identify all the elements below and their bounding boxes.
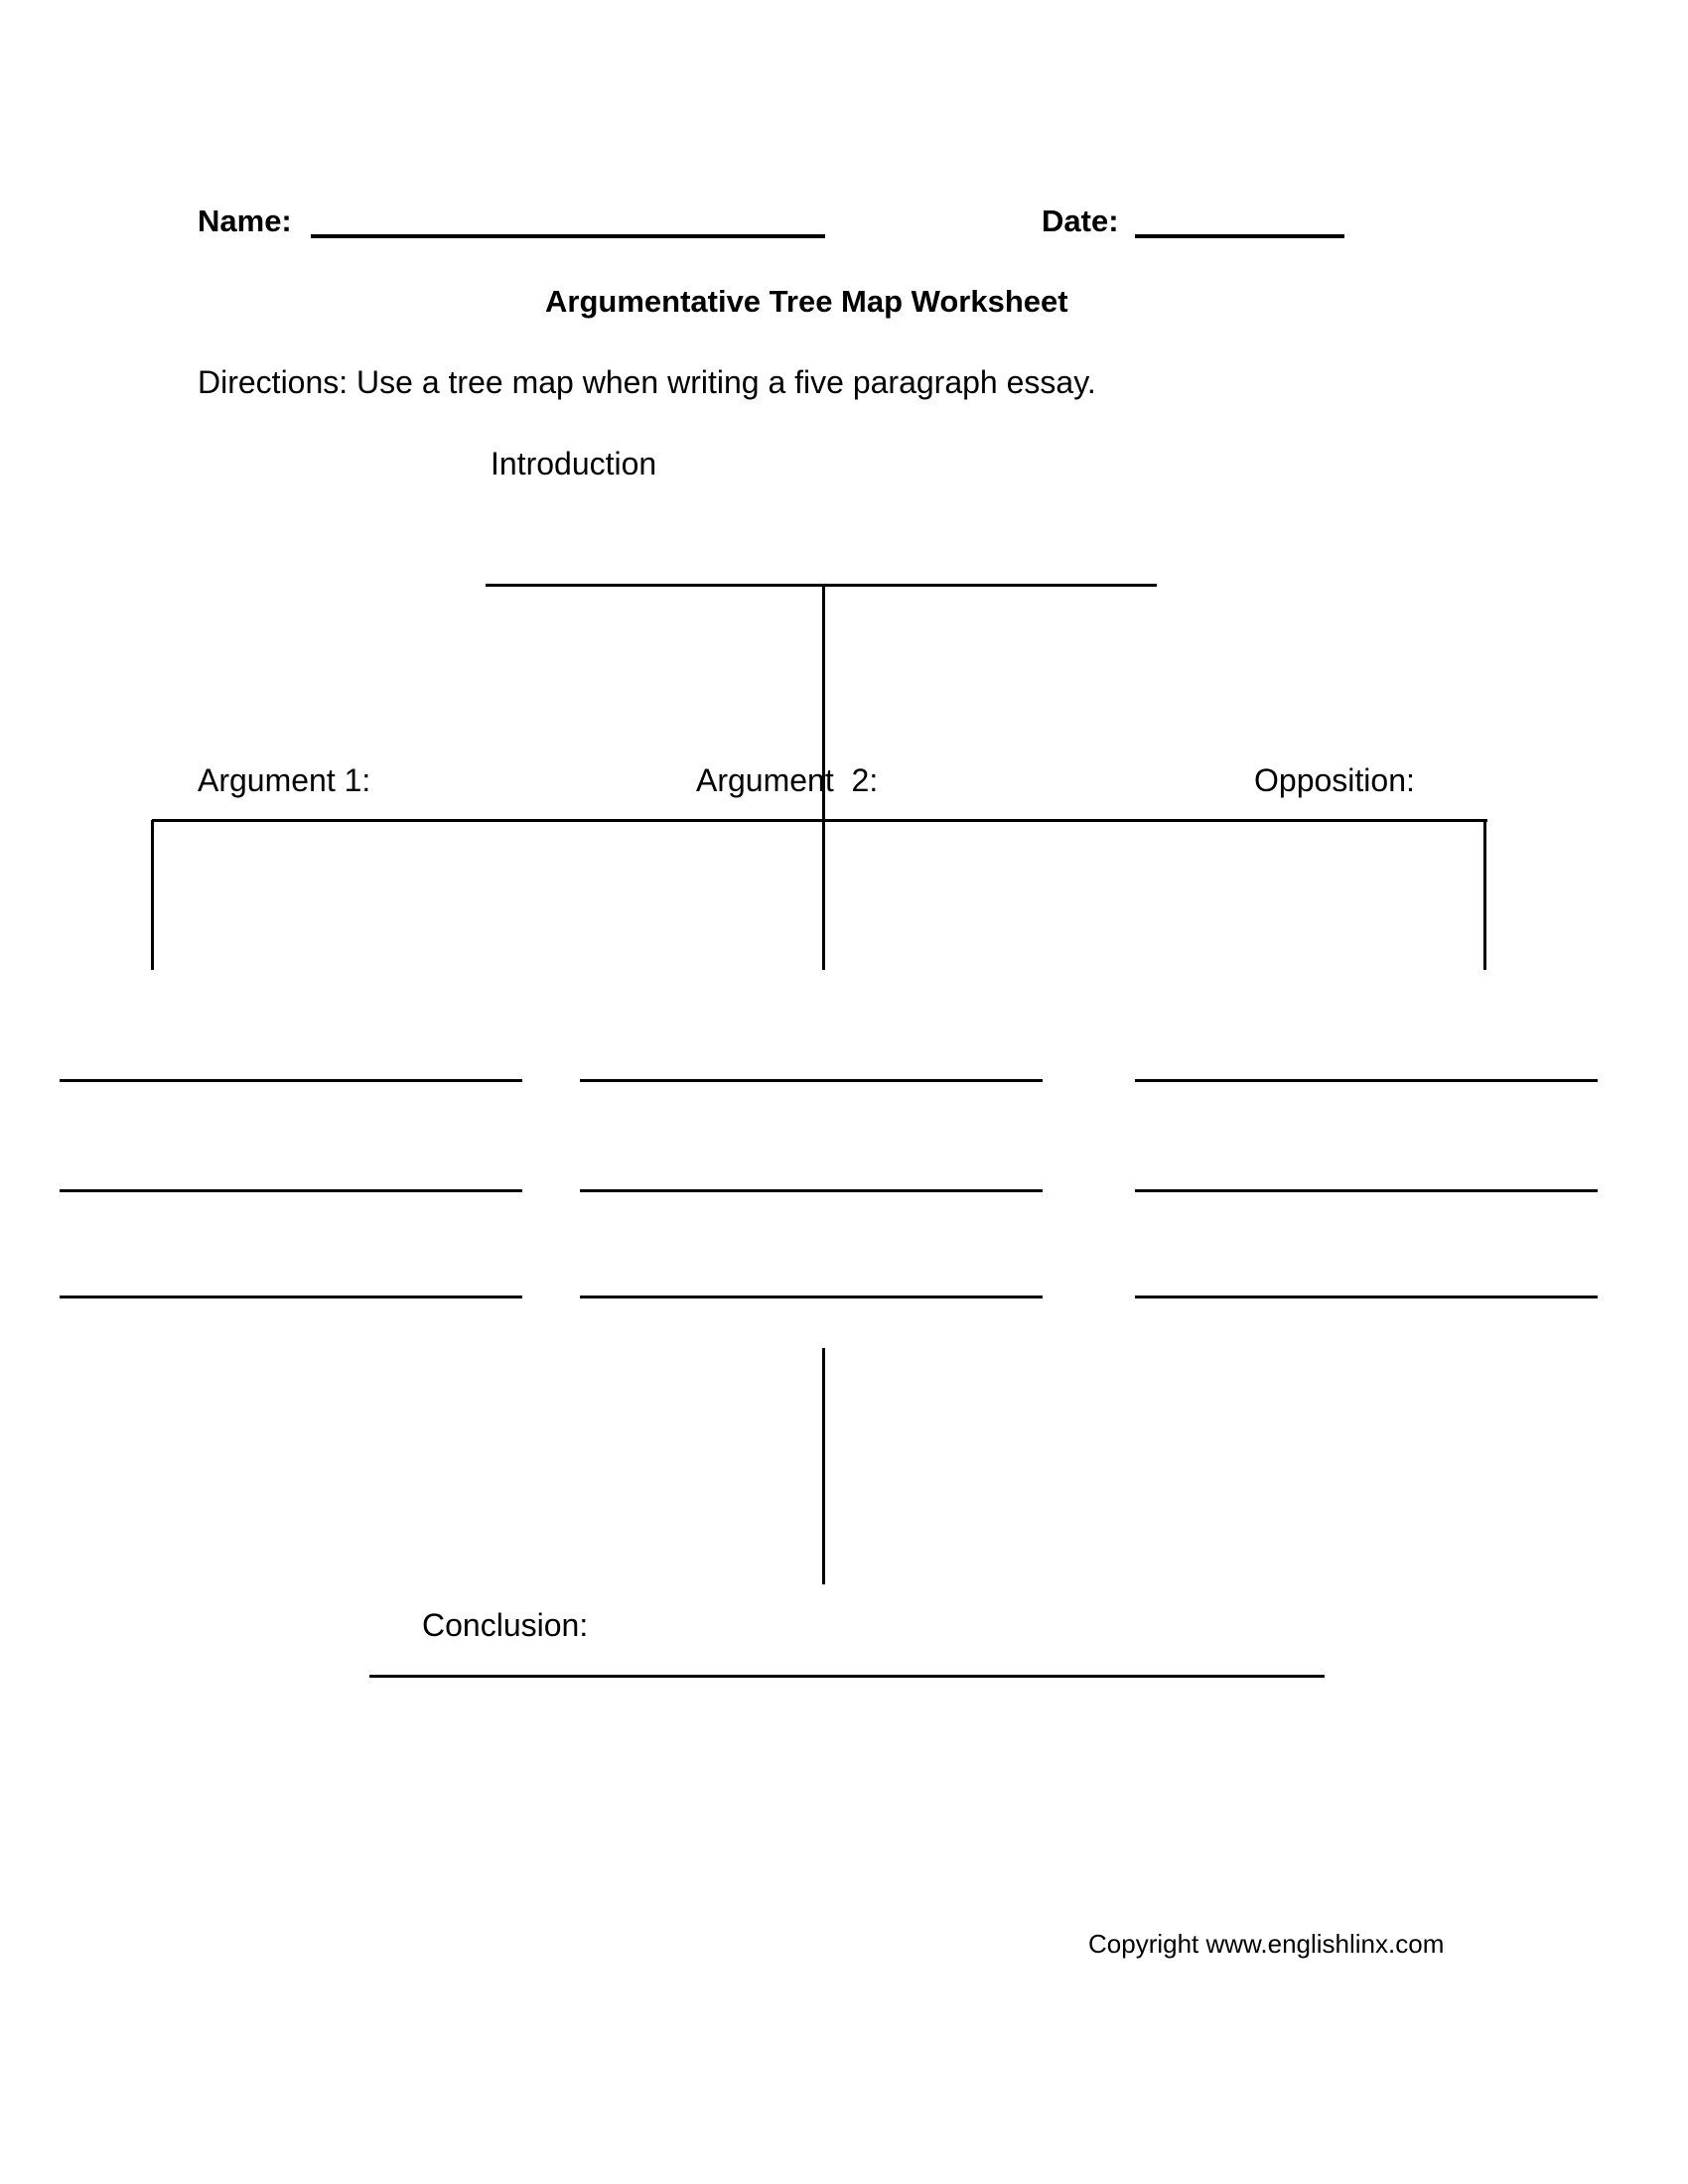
- branch-label-argument-2: Argument 2:: [696, 762, 879, 798]
- name-input-line[interactable]: [311, 234, 825, 238]
- opposition-line-3[interactable]: [1135, 1296, 1598, 1298]
- argument-2-line-2[interactable]: [580, 1189, 1043, 1192]
- branch-line: [152, 819, 1487, 822]
- opposition-line-1[interactable]: [1135, 1079, 1598, 1082]
- branch-right-line: [1483, 820, 1486, 970]
- branch-label-opposition: Opposition:: [1254, 762, 1415, 798]
- opposition-line-2[interactable]: [1135, 1189, 1598, 1192]
- introduction-line[interactable]: [486, 584, 1157, 587]
- name-label: Name:: [198, 204, 292, 238]
- conclusion-line[interactable]: [369, 1675, 1325, 1678]
- argument-1-line-1[interactable]: [60, 1079, 522, 1082]
- directions-text: Directions: Use a tree map when writing …: [198, 364, 1096, 400]
- date-input-line[interactable]: [1135, 234, 1344, 238]
- branch-label-argument-1: Argument 1:: [198, 762, 371, 798]
- date-label: Date:: [1042, 204, 1119, 238]
- copyright-text: Copyright www.englishlinx.com: [1088, 1929, 1445, 1959]
- conclusion-label: Conclusion:: [422, 1607, 589, 1643]
- argument-1-line-3[interactable]: [60, 1296, 522, 1298]
- page-title: Argumentative Tree Map Worksheet: [545, 284, 1068, 319]
- conclusion-stem-line: [822, 1348, 825, 1584]
- argument-2-line-3[interactable]: [580, 1296, 1043, 1298]
- argument-2-line-1[interactable]: [580, 1079, 1043, 1082]
- branch-left-line: [151, 820, 154, 970]
- introduction-label: Introduction: [491, 446, 657, 481]
- argument-1-line-2[interactable]: [60, 1189, 522, 1192]
